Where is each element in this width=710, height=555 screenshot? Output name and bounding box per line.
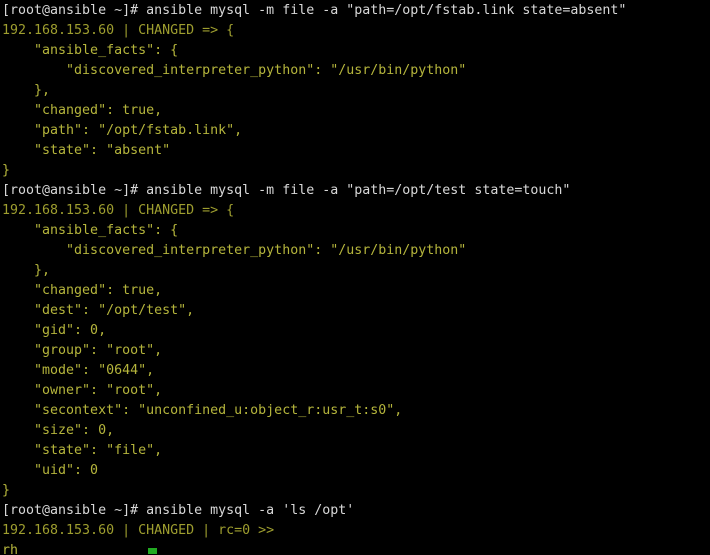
terminal-output-line: "ansible_facts": { [2,223,179,238]
terminal-output-line: }, [2,263,51,278]
terminal-output-line: "changed": true, [2,283,163,298]
terminal-output-line: "path": "/opt/fstab.link", [2,123,243,138]
terminal-window[interactable]: [root@ansible ~]# ansible mysql -m file … [0,0,710,555]
terminal-command-line: [root@ansible ~]# ansible mysql -a 'ls /… [2,503,355,518]
terminal-output-line: "state": "absent" [2,143,171,158]
terminal-output-line: "discovered_interpreter_python": "/usr/b… [2,243,467,258]
terminal-output-line: "changed": true, [2,103,163,118]
terminal-command-line: [root@ansible ~]# ansible mysql -m file … [2,3,627,18]
terminal-output-line: "size": 0, [2,423,115,438]
terminal-output-line: 192.168.153.60 | CHANGED => { [2,203,235,218]
terminal-output-line: }, [2,83,51,98]
terminal-output-line: rh [2,543,19,555]
terminal-output-line: 192.168.153.60 | CHANGED => { [2,23,235,38]
terminal-output-line: "uid": 0 [2,463,99,478]
terminal-cursor [148,548,157,554]
terminal-output-line: "ansible_facts": { [2,43,179,58]
terminal-output-line: "group": "root", [2,343,163,358]
terminal-output-line: "owner": "root", [2,383,163,398]
terminal-output-line: "state": "file", [2,443,163,458]
terminal-output-line: 192.168.153.60 | CHANGED | rc=0 >> [2,523,275,538]
terminal-output-line: "secontext": "unconfined_u:object_r:usr_… [2,403,403,418]
terminal-output-line: } [2,163,11,178]
terminal-output-line: } [2,483,11,498]
terminal-output-line: "mode": "0644", [2,363,155,378]
terminal-output-line: "dest": "/opt/test", [2,303,195,318]
terminal-output-line: "gid": 0, [2,323,107,338]
terminal-command-line: [root@ansible ~]# ansible mysql -m file … [2,183,571,198]
terminal-output-line: "discovered_interpreter_python": "/usr/b… [2,63,467,78]
terminal-output-area[interactable]: [root@ansible ~]# ansible mysql -m file … [2,1,710,555]
